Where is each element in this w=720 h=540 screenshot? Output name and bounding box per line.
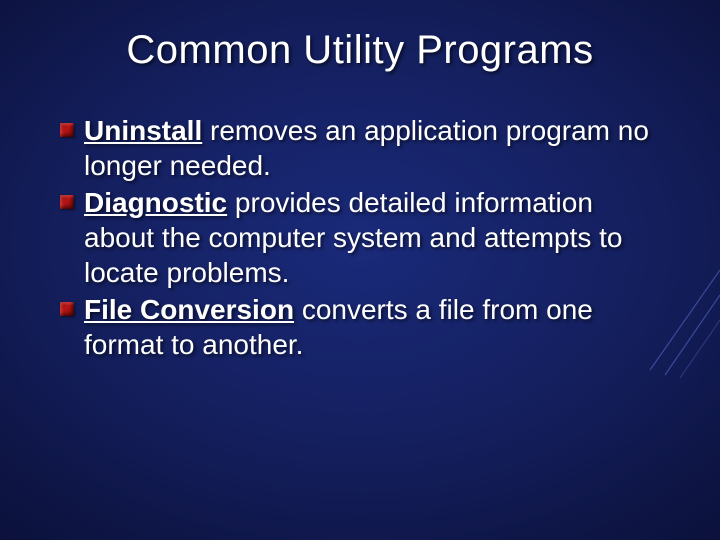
list-item-text: Diagnostic provides detailed information… <box>84 185 660 290</box>
bullet-icon <box>60 123 74 137</box>
term: File Conversion <box>84 294 294 325</box>
slide-title: Common Utility Programs <box>0 0 720 73</box>
list-item-text: Uninstall removes an application program… <box>84 113 660 183</box>
bullet-icon <box>60 302 74 316</box>
bullet-icon <box>60 195 74 209</box>
list-item: Diagnostic provides detailed information… <box>60 185 660 290</box>
bullet-list: Uninstall removes an application program… <box>60 113 660 362</box>
list-item: File Conversion converts a file from one… <box>60 292 660 362</box>
list-item: Uninstall removes an application program… <box>60 113 660 183</box>
list-item-text: File Conversion converts a file from one… <box>84 292 660 362</box>
term: Uninstall <box>84 115 202 146</box>
term: Diagnostic <box>84 187 227 218</box>
